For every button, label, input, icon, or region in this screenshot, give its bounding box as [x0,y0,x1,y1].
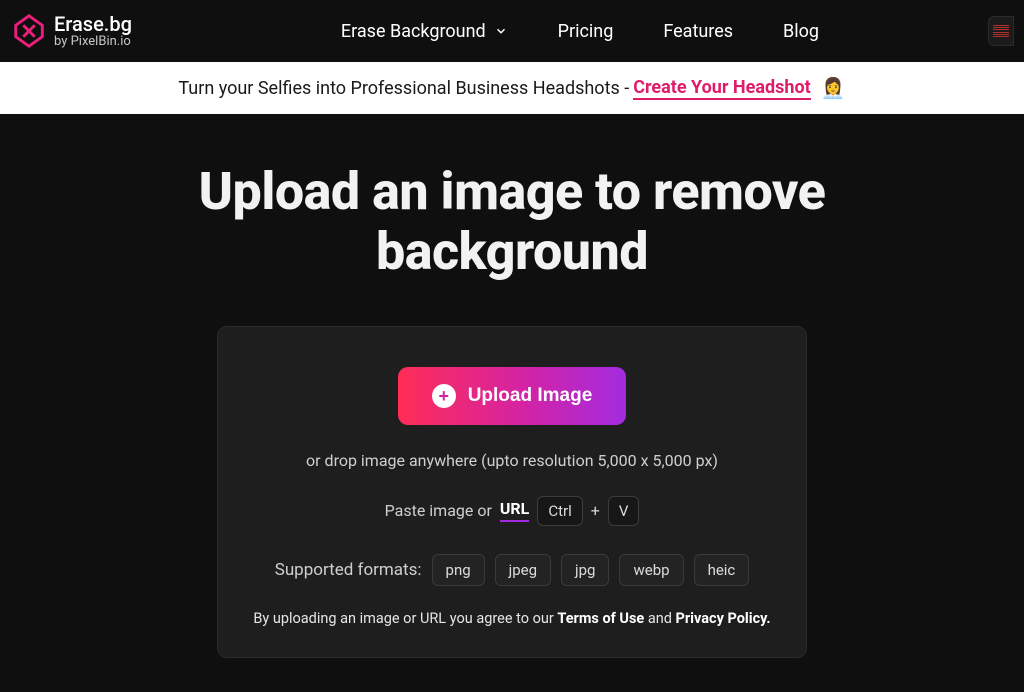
format-chip: webp [619,554,683,586]
terms-link[interactable]: Terms of Use [557,610,644,627]
page-title: Upload an image to remove background [62,162,962,282]
terms-mid: and [644,610,675,627]
terms-prefix: By uploading an image or URL you agree t… [253,610,557,627]
format-chip: png [432,554,485,586]
upload-button[interactable]: + Upload Image [398,367,627,425]
terms-text: By uploading an image or URL you agree t… [248,610,776,627]
brand-subtitle: by PixelBin.io [54,35,132,49]
chevron-down-icon [494,24,508,38]
flag-icon [993,25,1009,37]
plus-icon: + [432,384,456,408]
paste-prefix: Paste image or [385,501,492,520]
brand[interactable]: Erase.bg by PixelBin.io [10,12,132,50]
nav: Erase Background Pricing Features Blog [341,21,819,42]
paste-row: Paste image or URL Ctrl + V [248,496,776,526]
nav-pricing[interactable]: Pricing [558,21,614,42]
upload-card: + Upload Image or drop image anywhere (u… [217,326,807,658]
language-selector[interactable] [988,16,1014,46]
banner-text: Turn your Selfies into Professional Busi… [178,78,629,99]
hero: Upload an image to remove background + U… [0,114,1024,658]
format-chip: jpg [561,554,609,586]
banner-link[interactable]: Create Your Headshot [633,77,811,100]
formats-label: Supported formats: [275,560,422,580]
kbd-ctrl: Ctrl [537,496,582,526]
promo-banner: Turn your Selfies into Professional Busi… [0,62,1024,114]
logo-icon [10,12,48,50]
paste-url-link[interactable]: URL [500,499,529,522]
privacy-link[interactable]: Privacy Policy. [676,610,771,627]
nav-blog[interactable]: Blog [783,21,819,42]
kbd-plus: + [591,501,600,520]
banner-emoji: 👩‍💼 [821,76,846,100]
format-chip: heic [694,554,750,586]
format-chip: jpeg [495,554,551,586]
upload-button-label: Upload Image [468,385,593,407]
header: Erase.bg by PixelBin.io Erase Background… [0,0,1024,62]
formats-row: Supported formats: png jpeg jpg webp hei… [248,554,776,586]
brand-title: Erase.bg [54,13,132,35]
nav-label: Erase Background [341,21,486,42]
nav-erase-background[interactable]: Erase Background [341,21,508,42]
kbd-v: V [608,496,640,526]
drop-hint: or drop image anywhere (upto resolution … [248,451,776,470]
nav-features[interactable]: Features [663,21,733,42]
